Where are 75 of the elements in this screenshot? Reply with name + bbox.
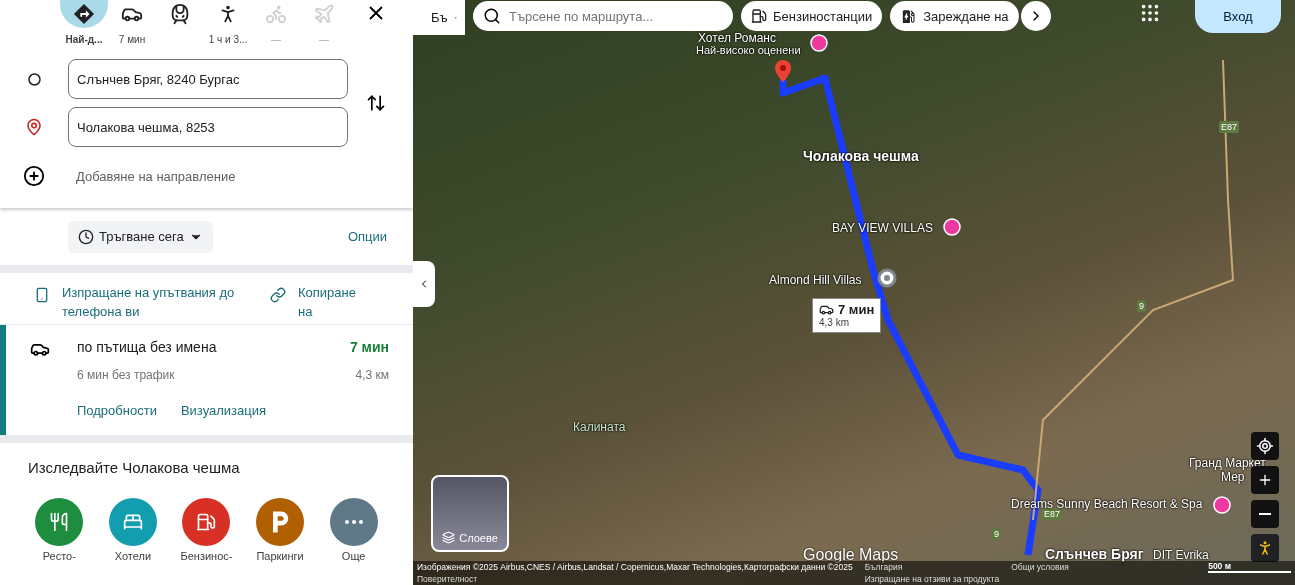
layers-icon (442, 531, 456, 544)
swap-arrows-icon (366, 93, 386, 113)
map-label: Almond Hill Villas (769, 273, 862, 287)
zoom-out-button[interactable] (1251, 500, 1279, 528)
street-view-button[interactable] (1251, 534, 1279, 562)
charging-station-icon (900, 7, 918, 25)
fuel-pump-icon (196, 512, 217, 532)
route-title: по пътища без имена (77, 339, 218, 357)
link-icon (270, 287, 286, 303)
next-button[interactable] (1020, 1, 1051, 31)
origin-circle-icon (27, 72, 41, 86)
category-chip[interactable]: Зареждане на (890, 1, 1019, 31)
fork-knife-icon (49, 512, 70, 532)
route-subtitle: 6 мин без трафик (77, 368, 176, 384)
language-button[interactable]: Бъ (413, 0, 465, 35)
location-pin-icon (877, 268, 897, 288)
sign-in-button[interactable]: Вход (1195, 0, 1281, 33)
travel-mode-tab[interactable]: 7 мин (108, 0, 156, 45)
google-maps-logo: Google Maps (803, 546, 899, 564)
travel-mode-tab[interactable]: 1 ч и 3... (204, 0, 252, 45)
layers-button[interactable]: Слоеве (431, 475, 509, 552)
bicycle-icon (265, 3, 287, 25)
search-input[interactable]: Търсене по маршрута... (507, 7, 723, 25)
train-icon (169, 3, 191, 25)
crosshair-icon (1256, 437, 1274, 455)
explore-title: Изследвайте Чолакова чешма (28, 459, 241, 476)
send-to-phone-link[interactable]: Изпращане на упътвания до телефона ви (34, 283, 270, 321)
map-label: Мер (1221, 470, 1245, 484)
options-link[interactable]: Опции (347, 229, 387, 244)
add-icon[interactable] (23, 165, 45, 187)
destination-field[interactable]: Чолакова чешма, 8253 (68, 107, 348, 147)
turn-diamond-icon (73, 3, 95, 25)
footer-link[interactable]: Общи условия (1011, 561, 1069, 573)
clock-icon (78, 228, 94, 245)
dot-grid-icon (1139, 2, 1161, 24)
scale-bar: 500 м (1208, 561, 1291, 574)
map-label: Калината (573, 420, 626, 434)
search-icon (483, 7, 501, 25)
airplane-icon (313, 3, 335, 25)
map-label: Слънчев Бряг (1045, 546, 1144, 562)
plus-icon (1257, 472, 1273, 488)
map-label: DIT Evrika (1153, 548, 1209, 562)
map-label: Гранд Маркет (1189, 456, 1266, 470)
footer-link[interactable]: Изпращане на отзиви за продукта (864, 573, 1000, 585)
footer-link[interactable]: Поверителност (417, 573, 853, 585)
apps-button[interactable] (1139, 2, 1161, 24)
road-number: 9 (1137, 300, 1146, 312)
depart-time-button[interactable]: Тръгване сега (68, 220, 213, 253)
route-time: 7 мин (349, 339, 389, 357)
route-link[interactable]: Подробности (77, 401, 157, 419)
hotel-pin-icon (943, 218, 961, 236)
road-number: E87 (1042, 508, 1062, 520)
category-chip[interactable]: Бензиностанции (741, 1, 883, 31)
collapse-panel-button[interactable] (413, 261, 435, 307)
minus-icon (1259, 513, 1271, 515)
my-location-button[interactable] (1251, 432, 1279, 460)
route-distance: 4,3 км (354, 368, 389, 384)
copy-link-button[interactable]: Копиране на (270, 283, 370, 321)
bed-icon (122, 512, 143, 532)
hotel-pin-icon (810, 34, 828, 52)
more-dots-icon (344, 520, 363, 524)
hotel-pin-icon (1213, 496, 1231, 514)
route-link[interactable]: Визуализация (180, 401, 267, 419)
phone-icon (34, 287, 50, 303)
route-duration-badge: 7 мин 4,3 km (812, 298, 882, 333)
add-destination-button[interactable]: Добавяне на направление (76, 168, 236, 184)
destination-pin-icon (775, 60, 791, 82)
map-label: Хотел Романс (698, 31, 776, 45)
origin-field[interactable]: Слънчев Бряг, 8240 Бургас (68, 59, 348, 99)
road-number: 9 (992, 528, 1001, 540)
road-number: E87 (1219, 121, 1239, 133)
fuel-pump-icon (751, 8, 767, 24)
route-search-field[interactable]: Търсене по маршрута... (473, 1, 733, 31)
destination-pin-icon (25, 118, 43, 136)
map-label: Най-високо оценени (696, 44, 801, 56)
